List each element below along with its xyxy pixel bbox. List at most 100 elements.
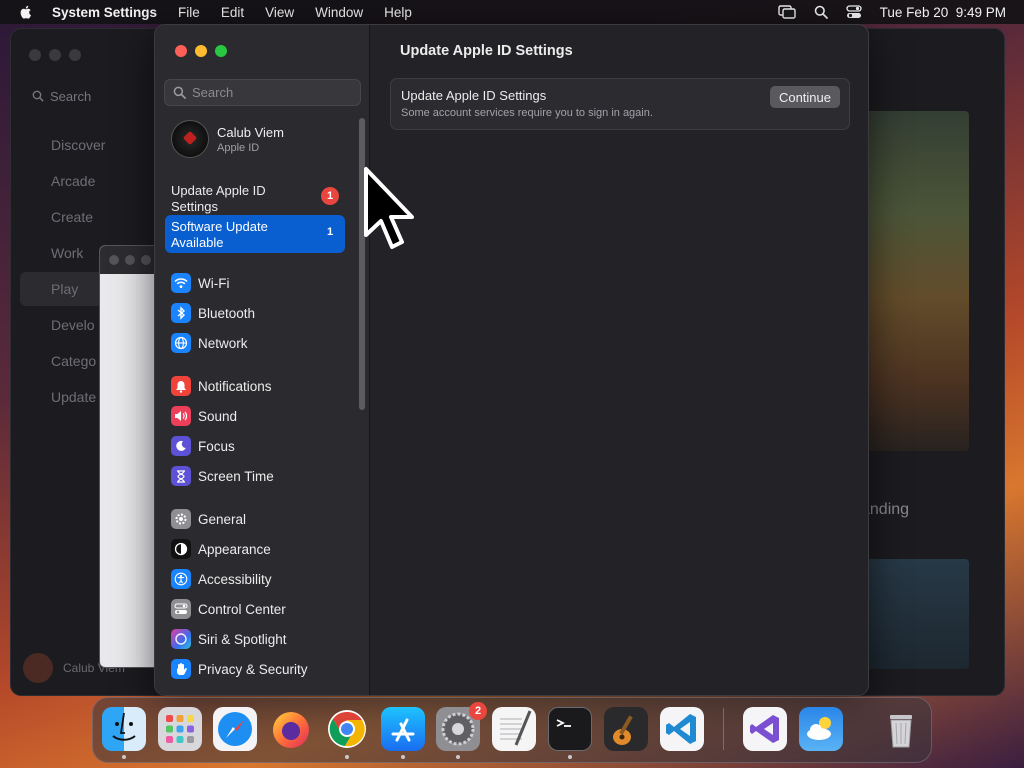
sidebar-item-privacy-security[interactable]: Privacy & Security [171, 657, 308, 681]
notice-software-update[interactable]: Software Update Available 1 [165, 215, 345, 253]
dock: 2 [92, 697, 932, 763]
sidebar-item-label: Screen Time [198, 468, 274, 484]
settings-search-field[interactable] [164, 79, 361, 106]
bg-nav-categories[interactable]: Catego [51, 353, 96, 369]
update-apple-id-card: Update Apple ID Settings Some account se… [390, 78, 850, 130]
screen-mirroring-icon[interactable] [777, 5, 796, 19]
sidebar-item-sound[interactable]: Sound [171, 404, 237, 428]
wifi-icon [171, 273, 191, 293]
bg-nav-arcade[interactable]: Arcade [51, 173, 95, 189]
chrome-icon[interactable] [325, 707, 369, 751]
sidebar-item-label: General [198, 511, 247, 527]
notice-update-apple-id[interactable]: Update Apple ID Settings 1 [165, 179, 345, 217]
sidebar-item-label: Accessibility [198, 571, 272, 587]
bg-nav-create[interactable]: Create [51, 209, 93, 225]
vscode-icon[interactable] [660, 707, 704, 751]
menu-file[interactable]: File [178, 5, 200, 20]
app-store-icon[interactable] [381, 707, 425, 751]
menu-app-name[interactable]: System Settings [52, 5, 157, 20]
sidebar-item-general[interactable]: General [171, 507, 246, 531]
sidebar-item-bluetooth[interactable]: Bluetooth [171, 301, 255, 325]
apple-id-account[interactable]: Calub Viem Apple ID [171, 120, 284, 158]
bg-nav-play[interactable]: Play [51, 281, 78, 297]
sidebar-item-siri-spotlight[interactable]: Siri & Spotlight [171, 627, 287, 651]
bg-search-icon [32, 90, 44, 102]
search-input[interactable] [192, 85, 352, 100]
safari-icon[interactable] [213, 707, 257, 751]
search-icon [173, 86, 186, 99]
accessibility-icon [171, 569, 191, 589]
menu-window[interactable]: Window [315, 5, 363, 20]
terminal-running-dot [568, 755, 572, 759]
minimize-window-button[interactable] [195, 45, 207, 57]
trash-icon[interactable] [879, 707, 923, 751]
sidebar-item-label: Bluetooth [198, 305, 256, 321]
toggles-icon [171, 599, 191, 619]
bg-user-avatar [23, 653, 53, 683]
sidebar-item-appearance[interactable]: Appearance [171, 537, 271, 561]
notice-badge: 1 [321, 187, 339, 205]
apple-menu-icon[interactable] [18, 4, 34, 20]
dock-separator [723, 708, 724, 750]
menu-edit[interactable]: Edit [221, 5, 244, 20]
page-title: Update Apple ID Settings [400, 43, 573, 59]
bg-nav-updates[interactable]: Update [51, 389, 96, 405]
globe-icon [171, 333, 191, 353]
bell-icon [171, 376, 191, 396]
sidebar-item-label: Focus [198, 438, 235, 454]
notice-badge: 1 [326, 226, 334, 238]
visual-studio-icon[interactable] [743, 707, 787, 751]
bg-search-placeholder: Search [50, 88, 92, 104]
notice-label: Software Update Available [171, 219, 268, 250]
close-window-button[interactable] [175, 45, 187, 57]
chrome-running-dot [345, 755, 349, 759]
sidebar-item-wifi[interactable]: Wi-Fi [171, 271, 229, 295]
menu-help[interactable]: Help [384, 5, 412, 20]
continue-button[interactable]: Continue [769, 86, 840, 108]
bg-window-controls [29, 49, 81, 61]
terminal-icon[interactable] [548, 707, 592, 751]
sidebar-item-screen-time[interactable]: Screen Time [171, 464, 274, 488]
account-subtitle: Apple ID [217, 141, 260, 154]
bluetooth-icon [171, 303, 191, 323]
textedit-icon[interactable] [492, 707, 536, 751]
account-name: Calub Viem [217, 124, 284, 140]
card-title: Update Apple ID Settings [401, 88, 547, 103]
bg-featured-artwork [861, 111, 969, 451]
bg-featured-artwork-2 [861, 559, 969, 669]
weather-icon[interactable] [799, 707, 843, 751]
sidebar-item-network[interactable]: Network [171, 331, 248, 355]
sidebar-item-focus[interactable]: Focus [171, 434, 235, 458]
notice-label: Update Apple ID Settings [171, 183, 266, 214]
sidebar-item-accessibility[interactable]: Accessibility [171, 567, 272, 591]
sidebar-item-label: Network [198, 335, 248, 351]
moon-icon [171, 436, 191, 456]
launchpad-icon[interactable] [158, 707, 202, 751]
card-subtitle: Some account services require you to sig… [401, 107, 653, 119]
sidebar-item-label: Wi-Fi [198, 275, 230, 291]
sidebar-scrollbar[interactable] [359, 118, 365, 410]
zoom-window-button[interactable] [215, 45, 227, 57]
menu-clock[interactable]: Tue Feb 20 9:49 PM [880, 5, 1006, 20]
appearance-icon [171, 539, 191, 559]
siri-icon [171, 629, 191, 649]
bg-nav-work[interactable]: Work [51, 245, 83, 261]
sidebar-item-label: Control Center [198, 601, 286, 617]
firefox-icon[interactable] [269, 707, 313, 751]
app-store-running-dot [401, 755, 405, 759]
sidebar-item-label: Appearance [198, 541, 271, 557]
bg-nav-develop[interactable]: Develo [51, 317, 95, 333]
settings-sidebar: Calub Viem Apple ID Update Apple ID Sett… [155, 25, 370, 695]
sidebar-item-notifications[interactable]: Notifications [171, 374, 272, 398]
hand-icon [171, 659, 191, 679]
menu-view[interactable]: View [265, 5, 294, 20]
control-center-icon[interactable] [846, 5, 862, 19]
system-settings-badge: 2 [469, 702, 487, 720]
sidebar-item-control-center[interactable]: Control Center [171, 597, 286, 621]
spotlight-search-icon[interactable] [814, 5, 828, 19]
finder-running-dot [122, 755, 126, 759]
bg-nav-discover[interactable]: Discover [51, 137, 105, 153]
finder-icon[interactable] [102, 707, 146, 751]
garageband-icon[interactable] [604, 707, 648, 751]
gear-icon [171, 509, 191, 529]
